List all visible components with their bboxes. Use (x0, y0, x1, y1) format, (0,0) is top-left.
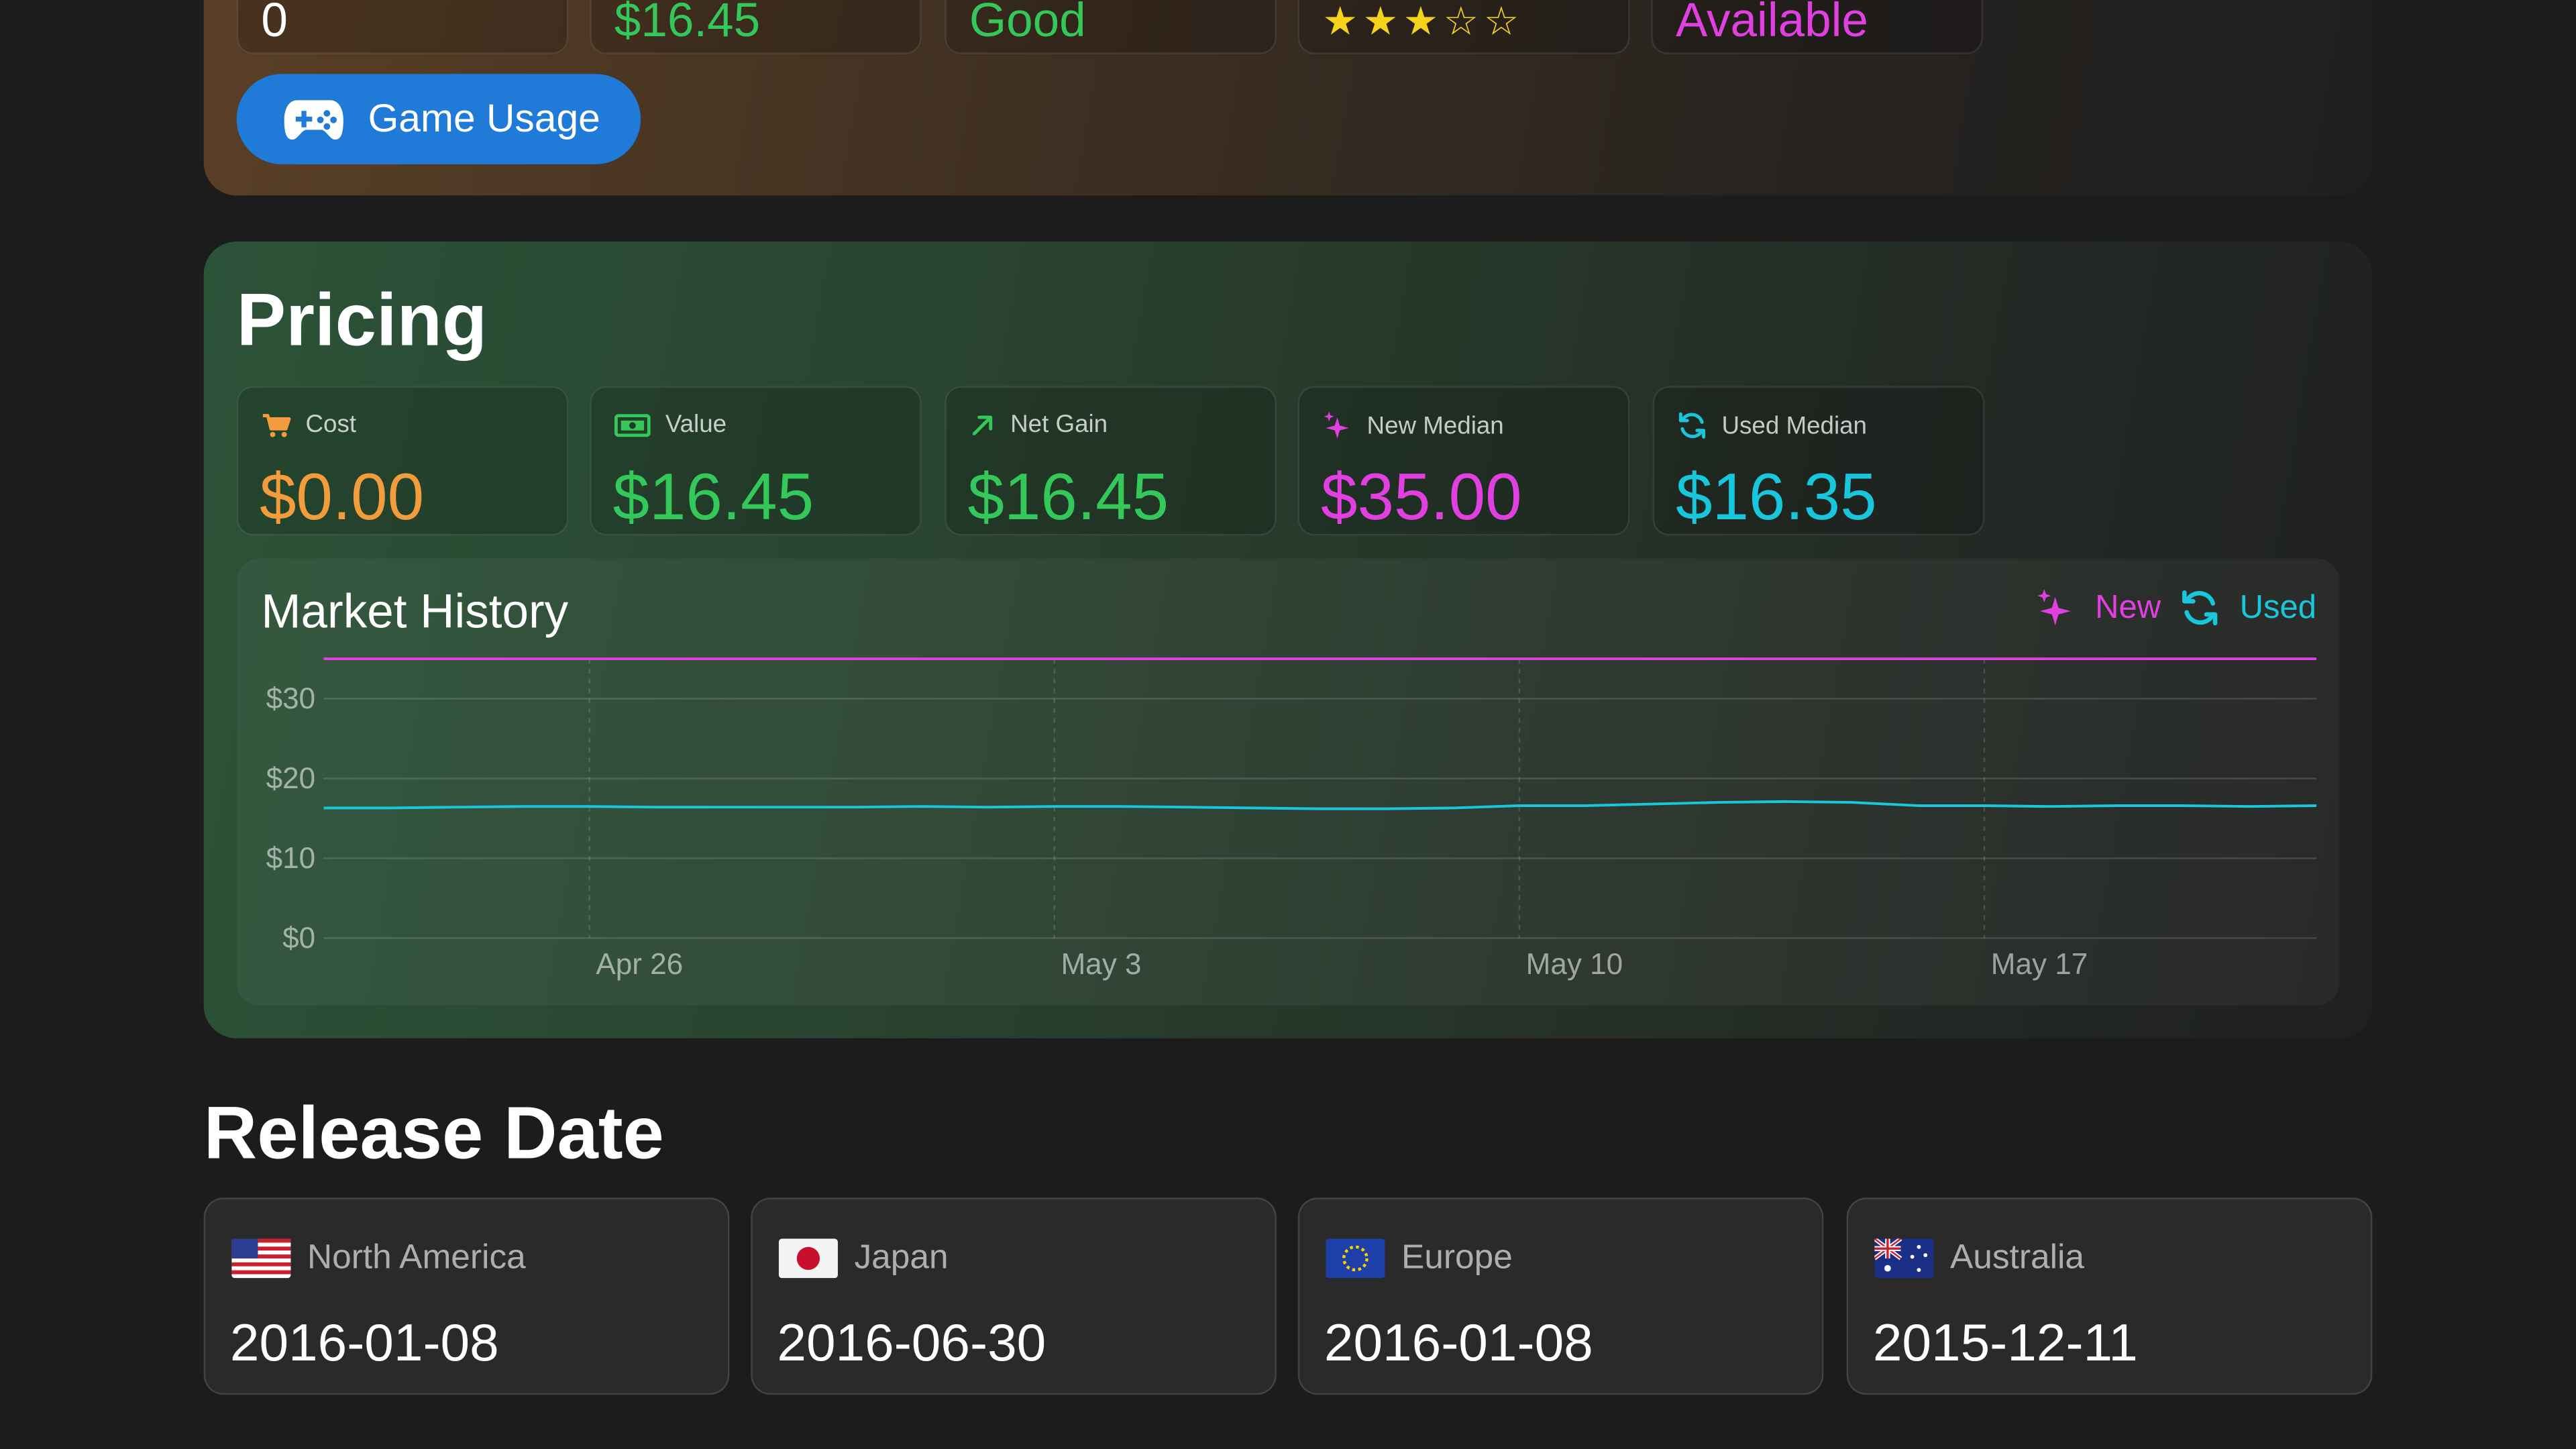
chart-legend: New Used (2036, 588, 2316, 628)
star-filled-icon: ★ (1322, 0, 1363, 45)
summary-card-condition: Good (945, 0, 1277, 54)
summary-value-value: $16.45 (614, 0, 761, 48)
y-tick-label: $20 (266, 762, 316, 795)
metric-header: Net Gain (969, 411, 1108, 439)
release-region-header: North America (231, 1238, 526, 1279)
release-date-title: Release Date (203, 1091, 664, 1175)
metric-label: Cost (305, 411, 357, 439)
legend-label-new: New (2095, 588, 2161, 625)
release-date-value: 2016-01-08 (229, 1312, 499, 1372)
release-date-value: 2016-06-30 (777, 1312, 1046, 1372)
refresh-icon (2182, 590, 2218, 626)
star-empty-icon: ☆ (1443, 0, 1484, 45)
summary-count-value: 0 (261, 0, 288, 48)
star-rating: ★★★☆☆ (1322, 3, 1523, 43)
game-usage-button[interactable]: Game Usage (236, 74, 641, 164)
market-history-chart: $0 $10 $20 $30 Apr 26 May 3 May 10 May 17 Marke… (236, 558, 2340, 1006)
australia-flag-icon (1874, 1238, 1934, 1279)
star-empty-icon: ☆ (1483, 0, 1524, 45)
us-flag-icon (231, 1238, 291, 1279)
release-card-australia: Australia 2015-12-11 (1846, 1197, 2373, 1395)
y-tick-label: $10 (266, 842, 316, 875)
release-date-value: 2015-12-11 (1872, 1312, 2138, 1372)
metric-cost: Cost $0.00 (236, 386, 569, 536)
y-tick-label: $0 (282, 922, 315, 955)
metric-label: Net Gain (1010, 411, 1108, 439)
summary-card-value: $16.45 (590, 0, 922, 54)
x-tick-label: May 10 (1526, 948, 1623, 981)
legend-label-used: Used (2239, 588, 2317, 625)
metric-label: New Median (1366, 411, 1504, 440)
legend-item-used[interactable]: Used (2181, 588, 2317, 628)
metric-label: Used Median (1721, 411, 1867, 440)
chart-title: Market History (261, 586, 569, 639)
release-date-value: 2016-01-08 (1324, 1312, 1593, 1372)
y-tick-label: $30 (266, 682, 316, 715)
x-tick-label: May 17 (1991, 948, 2088, 981)
region-name: Australia (1949, 1238, 2085, 1277)
metric-value-card: Value $16.45 (590, 386, 922, 536)
metric-value: $16.45 (612, 462, 814, 534)
japan-flag-icon (778, 1238, 838, 1279)
metric-label: Value (665, 411, 727, 439)
release-card-europe: Europe 2016-01-08 (1297, 1197, 1824, 1395)
star-filled-icon: ★ (1362, 0, 1403, 45)
metric-header: Cost (261, 411, 356, 439)
region-name: Europe (1401, 1238, 1513, 1277)
summary-availability-value: Available (1675, 0, 1868, 48)
cart-icon (262, 413, 291, 437)
series-line-used (323, 800, 2317, 810)
arrow-up-right-icon (972, 415, 993, 435)
pricing-panel: Pricing Cost $0.00 Value $16.45 Net Gain… (203, 241, 2373, 1038)
metric-header: Value (614, 411, 727, 439)
metric-header: New Median (1322, 411, 1504, 440)
star-filled-icon: ★ (1403, 0, 1444, 45)
legend-item-new[interactable]: New (2036, 588, 2161, 628)
page: 0 $16.45 Good ★★★☆☆ Available Game Usage… (0, 0, 2576, 1449)
metric-net-gain: Net Gain $16.45 (945, 386, 1277, 536)
metric-value: $35.00 (1320, 462, 1522, 534)
metric-header: Used Median (1677, 411, 1867, 440)
summary-card-rating: ★★★☆☆ (1297, 0, 1630, 54)
region-name: Japan (854, 1238, 949, 1277)
summary-card-availability: Available (1651, 0, 1983, 54)
summary-card-count: 0 (236, 0, 569, 54)
metric-used-median: Used Median $16.35 (1652, 386, 1985, 536)
eu-flag-icon (1326, 1238, 1385, 1279)
gamepad-icon (284, 99, 343, 139)
metric-value: $0.00 (259, 462, 425, 534)
release-region-header: Australia (1874, 1238, 2085, 1279)
banknote-icon (614, 413, 651, 437)
region-name: North America (307, 1238, 526, 1277)
release-card-north-america: North America 2016-01-08 (203, 1197, 730, 1395)
release-region-header: Japan (778, 1238, 949, 1279)
summary-condition-value: Good (969, 0, 1086, 48)
metric-value: $16.45 (967, 462, 1169, 534)
x-tick-label: Apr 26 (596, 948, 683, 981)
pricing-title: Pricing (236, 277, 488, 362)
sparkles-icon (2038, 589, 2072, 626)
refresh-icon (1678, 412, 1706, 439)
x-tick-label: May 3 (1061, 948, 1141, 981)
release-region-header: Europe (1326, 1238, 1513, 1279)
metric-value: $16.35 (1675, 462, 1877, 534)
game-usage-label: Game Usage (368, 96, 600, 141)
metric-new-median: New Median $35.00 (1297, 386, 1630, 536)
sparkles-icon (1324, 411, 1349, 439)
release-card-japan: Japan 2016-06-30 (751, 1197, 1277, 1395)
